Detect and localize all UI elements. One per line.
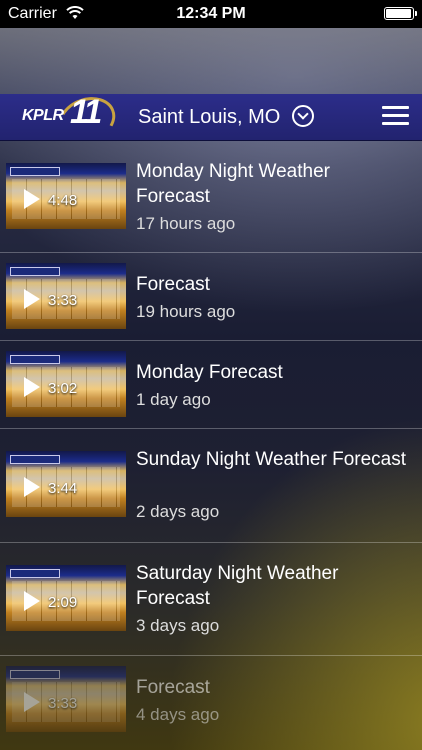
video-title: Monday Forecast bbox=[136, 362, 283, 383]
play-icon bbox=[24, 692, 40, 712]
video-row[interactable]: 4:48 Monday Night Weather Forecast 17 ho… bbox=[0, 140, 422, 253]
clock: 12:34 PM bbox=[176, 5, 246, 22]
play-icon bbox=[24, 289, 40, 309]
thumbnail-banner bbox=[10, 355, 60, 364]
logo-text: KPLR bbox=[22, 107, 64, 124]
video-thumbnail[interactable]: 3:02 bbox=[6, 351, 126, 417]
video-duration: 3:33 bbox=[48, 695, 78, 712]
video-row[interactable]: 3:02 Monday Forecast 1 day ago bbox=[0, 340, 422, 429]
video-row[interactable]: 3:33 Forecast 4 days ago bbox=[0, 655, 422, 750]
video-thumbnail[interactable]: 3:33 bbox=[6, 666, 126, 732]
video-thumbnail[interactable]: 2:09 bbox=[6, 565, 126, 631]
thumbnail-banner bbox=[10, 267, 60, 276]
video-row[interactable]: 3:33 Forecast 19 hours ago bbox=[0, 252, 422, 341]
video-title: Saturday Night Weather Forecast bbox=[136, 563, 339, 609]
play-icon bbox=[24, 377, 40, 397]
video-time-ago: 4 days ago bbox=[136, 705, 220, 724]
video-duration: 3:02 bbox=[48, 380, 78, 397]
hamburger-menu-icon[interactable] bbox=[382, 106, 409, 126]
video-thumbnail[interactable]: 3:33 bbox=[6, 263, 126, 329]
battery-icon bbox=[384, 7, 417, 20]
video-time-ago: 19 hours ago bbox=[136, 302, 236, 321]
video-thumbnail[interactable]: 3:44 bbox=[6, 451, 126, 517]
video-title: Monday Night Weather Forecast bbox=[136, 161, 330, 207]
thumbnail-banner bbox=[10, 167, 60, 176]
video-time-ago: 1 day ago bbox=[136, 390, 211, 409]
video-duration: 2:09 bbox=[48, 594, 78, 611]
thumbnail-banner bbox=[10, 670, 60, 679]
video-duration: 4:48 bbox=[48, 192, 78, 209]
location-label[interactable]: Saint Louis, MO bbox=[138, 106, 280, 129]
location-chevron-down-icon[interactable] bbox=[292, 105, 314, 127]
video-title: Sunday Night Weather Forecast bbox=[136, 449, 407, 470]
thumbnail-banner bbox=[10, 455, 60, 464]
video-time-ago: 2 days ago bbox=[136, 502, 220, 521]
video-duration: 3:33 bbox=[48, 292, 78, 309]
status-bar: Carrier 12:34 PM bbox=[0, 0, 422, 28]
nav-bar: KPLR 11 Saint Louis, MO bbox=[0, 89, 422, 151]
video-title: Forecast bbox=[136, 677, 210, 698]
thumbnail-banner bbox=[10, 569, 60, 578]
header-backdrop bbox=[0, 28, 422, 94]
video-title: Forecast bbox=[136, 274, 210, 295]
video-row[interactable]: 2:09 Saturday Night Weather Forecast 3 d… bbox=[0, 542, 422, 656]
video-thumbnail[interactable]: 4:48 bbox=[6, 163, 126, 229]
station-logo[interactable]: KPLR 11 bbox=[22, 89, 122, 151]
play-icon bbox=[24, 591, 40, 611]
video-time-ago: 17 hours ago bbox=[136, 214, 236, 233]
logo-number: 11 bbox=[70, 93, 102, 131]
video-row[interactable]: 3:44 Sunday Night Weather Forecast 2 day… bbox=[0, 428, 422, 543]
play-icon bbox=[24, 477, 40, 497]
video-duration: 3:44 bbox=[48, 480, 78, 497]
video-time-ago: 3 days ago bbox=[136, 616, 220, 635]
play-icon bbox=[24, 189, 40, 209]
